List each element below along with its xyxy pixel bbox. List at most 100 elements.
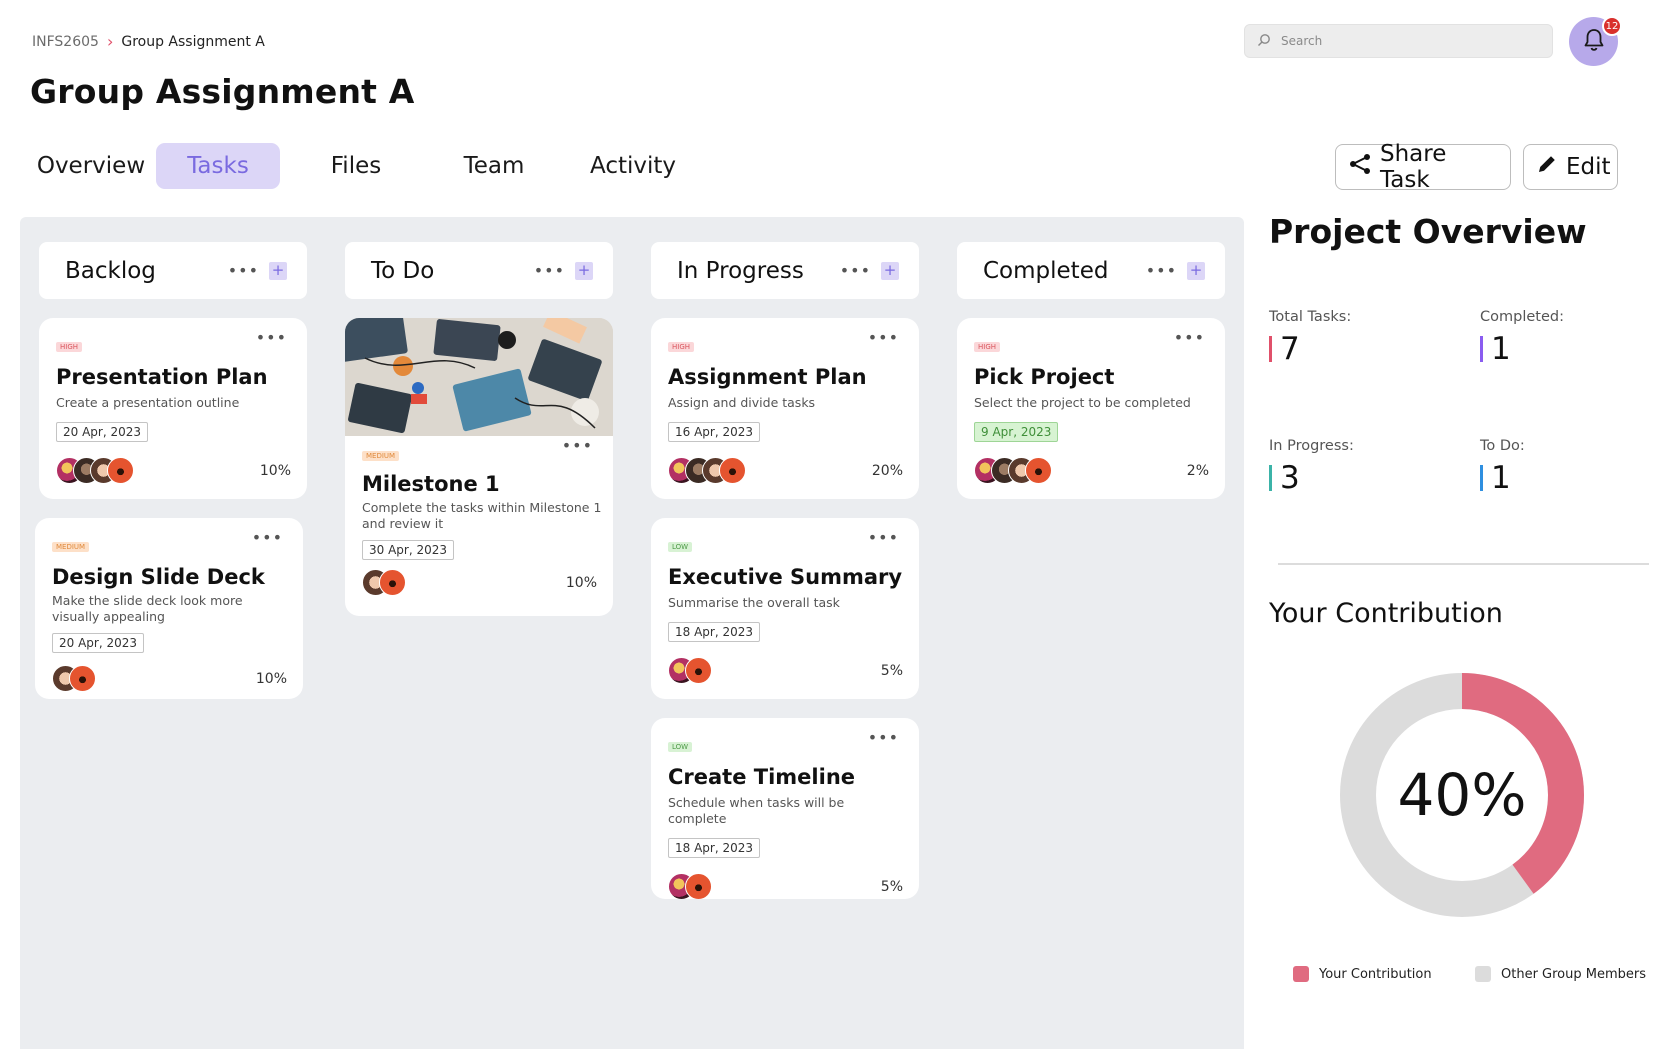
- stat-value: 1: [1491, 460, 1511, 496]
- progress-percent: 5%: [880, 662, 903, 679]
- bell-icon: [1583, 28, 1605, 56]
- stat-value: 7: [1280, 331, 1300, 367]
- tab-files[interactable]: Files: [280, 143, 432, 189]
- stat-color-bar: [1480, 465, 1483, 491]
- tab-tasks[interactable]: Tasks: [156, 143, 280, 189]
- page-title: Group Assignment A: [30, 72, 415, 111]
- more-options-icon[interactable]: •••: [868, 328, 899, 347]
- progress-percent: 5%: [880, 878, 903, 895]
- breadcrumb-current: Group Assignment A: [121, 33, 265, 50]
- more-options-icon[interactable]: •••: [868, 728, 899, 747]
- priority-badge: LOW: [668, 742, 693, 752]
- due-date: 30 Apr, 2023: [362, 540, 455, 560]
- stat-completed: Completed: 1: [1480, 309, 1564, 367]
- stat-color-bar: [1480, 336, 1483, 362]
- more-options-icon[interactable]: •••: [840, 261, 871, 280]
- assignee-avatars: [52, 665, 96, 692]
- task-card-create-timeline[interactable]: LOW ••• Create Timeline Schedule when ta…: [651, 718, 919, 899]
- avatar: [379, 569, 406, 596]
- priority-badge: HIGH: [56, 342, 83, 352]
- legend-swatch: [1475, 966, 1491, 982]
- legend-swatch: [1293, 966, 1309, 982]
- more-options-icon[interactable]: •••: [868, 528, 899, 547]
- card-title: Presentation Plan: [56, 365, 268, 389]
- task-card-pick-project[interactable]: HIGH ••• Pick Project Select the project…: [957, 318, 1225, 499]
- card-title: Create Timeline: [668, 765, 856, 789]
- priority-badge: MEDIUM: [52, 542, 90, 552]
- contribution-donut-chart: 40%: [1337, 670, 1587, 920]
- contribution-title: Your Contribution: [1269, 598, 1503, 629]
- share-icon: [1348, 153, 1372, 181]
- avatar: [719, 457, 746, 484]
- column-title: In Progress: [677, 257, 804, 284]
- priority-badge: LOW: [668, 542, 693, 552]
- edit-label: Edit: [1566, 154, 1611, 180]
- card-description: Schedule when tasks will be complete: [668, 795, 845, 826]
- breadcrumb-parent[interactable]: INFS2605: [32, 34, 99, 50]
- more-options-icon[interactable]: •••: [1146, 261, 1177, 280]
- legend-label: Your Contribution: [1319, 966, 1432, 982]
- contribution-percent: 40%: [1397, 761, 1527, 829]
- column-title: Completed: [983, 257, 1109, 284]
- chevron-right-icon: ›: [106, 32, 114, 51]
- more-options-icon[interactable]: •••: [256, 328, 287, 347]
- task-card-assignment-plan[interactable]: HIGH ••• Assignment Plan Assign and divi…: [651, 318, 919, 499]
- notification-badge: 12: [1602, 16, 1622, 36]
- card-description: Complete the tasks within Milestone 1 an…: [362, 500, 602, 531]
- stat-label: Completed:: [1480, 309, 1564, 325]
- more-options-icon[interactable]: •••: [1174, 328, 1205, 347]
- search-input[interactable]: Search: [1244, 24, 1553, 58]
- add-card-button[interactable]: +: [575, 261, 593, 280]
- assignee-avatars: [362, 569, 406, 596]
- more-options-icon[interactable]: •••: [228, 261, 259, 280]
- column-title: Backlog: [65, 257, 156, 284]
- due-date: 16 Apr, 2023: [668, 422, 761, 442]
- tab-overview[interactable]: Overview: [26, 143, 156, 189]
- priority-badge: MEDIUM: [362, 451, 400, 461]
- add-card-button[interactable]: +: [269, 261, 287, 280]
- add-card-button[interactable]: +: [881, 261, 899, 280]
- task-card-milestone-1[interactable]: MEDIUM ••• Milestone 1 Complete the task…: [345, 318, 613, 616]
- assignee-avatars: [56, 457, 134, 484]
- avatar: [685, 657, 712, 684]
- legend-other-members: Other Group Members: [1475, 966, 1646, 982]
- card-title: Milestone 1: [362, 472, 500, 496]
- avatar: [1025, 457, 1052, 484]
- more-options-icon[interactable]: •••: [252, 528, 283, 547]
- task-card-design-slide-deck[interactable]: MEDIUM ••• Design Slide Deck Make the sl…: [35, 518, 303, 699]
- share-task-label: Share Task: [1380, 141, 1447, 193]
- stat-color-bar: [1269, 465, 1272, 491]
- stat-value: 3: [1280, 460, 1300, 496]
- card-title: Pick Project: [974, 365, 1115, 389]
- progress-percent: 10%: [565, 574, 597, 591]
- card-cover-image: [345, 318, 613, 436]
- pencil-icon: [1536, 153, 1558, 181]
- task-card-presentation-plan[interactable]: HIGH ••• Presentation Plan Create a pres…: [39, 318, 307, 499]
- more-options-icon[interactable]: •••: [562, 436, 593, 455]
- search-icon: [1257, 33, 1271, 50]
- edit-button[interactable]: Edit: [1523, 144, 1618, 190]
- stat-to-do: To Do: 1: [1480, 438, 1525, 496]
- card-title: Executive Summary: [668, 565, 903, 589]
- progress-percent: 10%: [259, 462, 291, 479]
- stat-label: Total Tasks:: [1269, 309, 1352, 325]
- share-task-button[interactable]: Share Task: [1335, 141, 1511, 193]
- more-options-icon[interactable]: •••: [534, 261, 565, 280]
- tab-team[interactable]: Team: [432, 143, 556, 189]
- stat-in-progress: In Progress: 3: [1269, 438, 1354, 496]
- column-header-backlog: Backlog ••• +: [39, 242, 307, 299]
- avatar: [107, 457, 134, 484]
- progress-percent: 10%: [255, 670, 287, 687]
- breadcrumb: INFS2605 › Group Assignment A: [32, 32, 265, 51]
- add-card-button[interactable]: +: [1187, 261, 1205, 280]
- column-header-todo: To Do ••• +: [345, 242, 613, 299]
- stat-label: In Progress:: [1269, 438, 1354, 454]
- progress-percent: 2%: [1186, 462, 1209, 479]
- project-overview-title: Project Overview: [1269, 212, 1587, 251]
- stat-total-tasks: Total Tasks: 7: [1269, 309, 1351, 367]
- stat-color-bar: [1269, 336, 1272, 362]
- tab-activity[interactable]: Activity: [556, 143, 710, 189]
- card-title: Design Slide Deck: [52, 565, 265, 589]
- task-card-executive-summary[interactable]: LOW ••• Executive Summary Summarise the …: [651, 518, 919, 699]
- due-date: 20 Apr, 2023: [56, 422, 149, 442]
